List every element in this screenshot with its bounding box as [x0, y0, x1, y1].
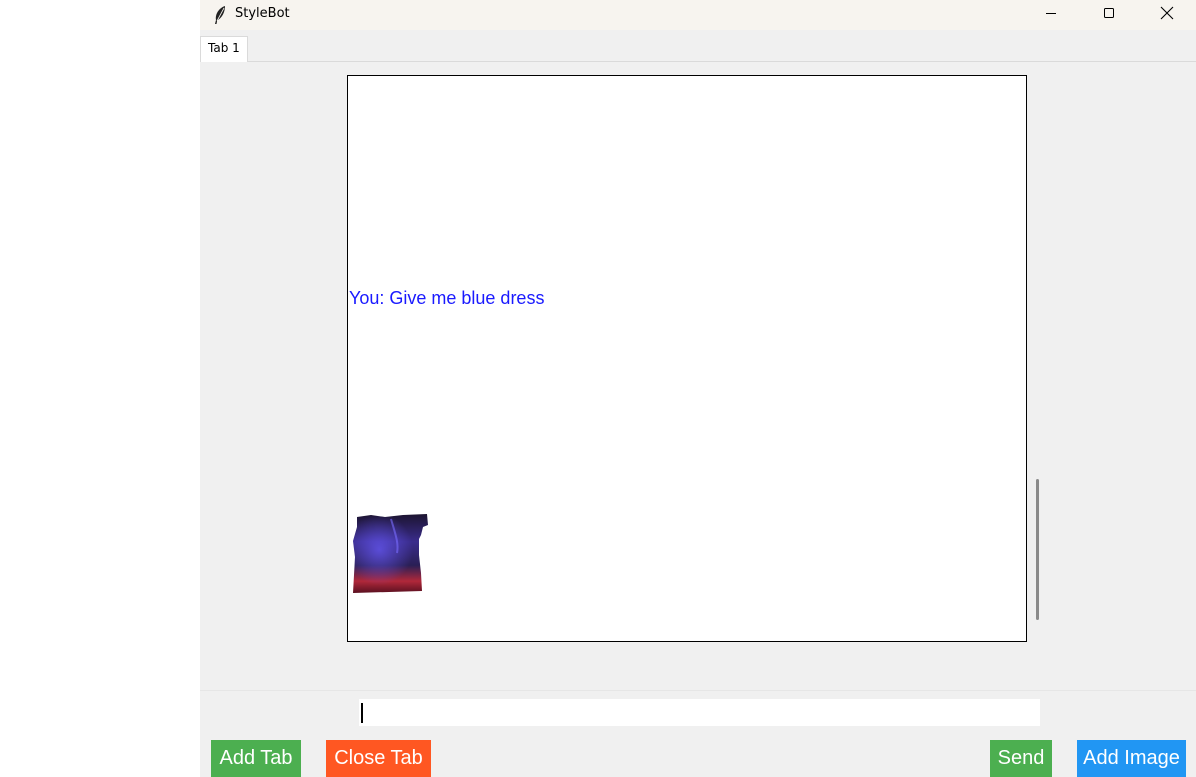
- close-tab-button[interactable]: Close Tab: [326, 740, 431, 777]
- send-button[interactable]: Send: [990, 740, 1052, 777]
- text-caret: [361, 703, 363, 723]
- chat-display[interactable]: You: Give me blue dress: [347, 75, 1027, 642]
- divider: [200, 690, 1196, 691]
- close-window-button[interactable]: [1138, 0, 1196, 30]
- window-title: StyleBot: [235, 6, 290, 21]
- close-icon: [1160, 6, 1174, 25]
- minimize-button[interactable]: [1022, 0, 1080, 30]
- message-input[interactable]: [359, 699, 1040, 726]
- dress-image: [351, 513, 431, 595]
- tab-bar: Tab 1: [200, 33, 1196, 62]
- add-tab-button[interactable]: Add Tab: [211, 740, 301, 777]
- chat-scrollbar[interactable]: [1036, 479, 1039, 620]
- title-bar[interactable]: StyleBot: [200, 0, 1196, 30]
- maximize-button[interactable]: [1080, 0, 1138, 30]
- user-message: You: Give me blue dress: [349, 288, 545, 308]
- minimize-icon: [1045, 6, 1057, 24]
- tab-1[interactable]: Tab 1: [200, 36, 248, 62]
- stylebot-window: StyleBot Tab 1 You: Give me blue dress A…: [200, 0, 1196, 777]
- feather-icon: [212, 5, 228, 25]
- add-image-button[interactable]: Add Image: [1077, 740, 1186, 777]
- maximize-icon: [1103, 6, 1115, 24]
